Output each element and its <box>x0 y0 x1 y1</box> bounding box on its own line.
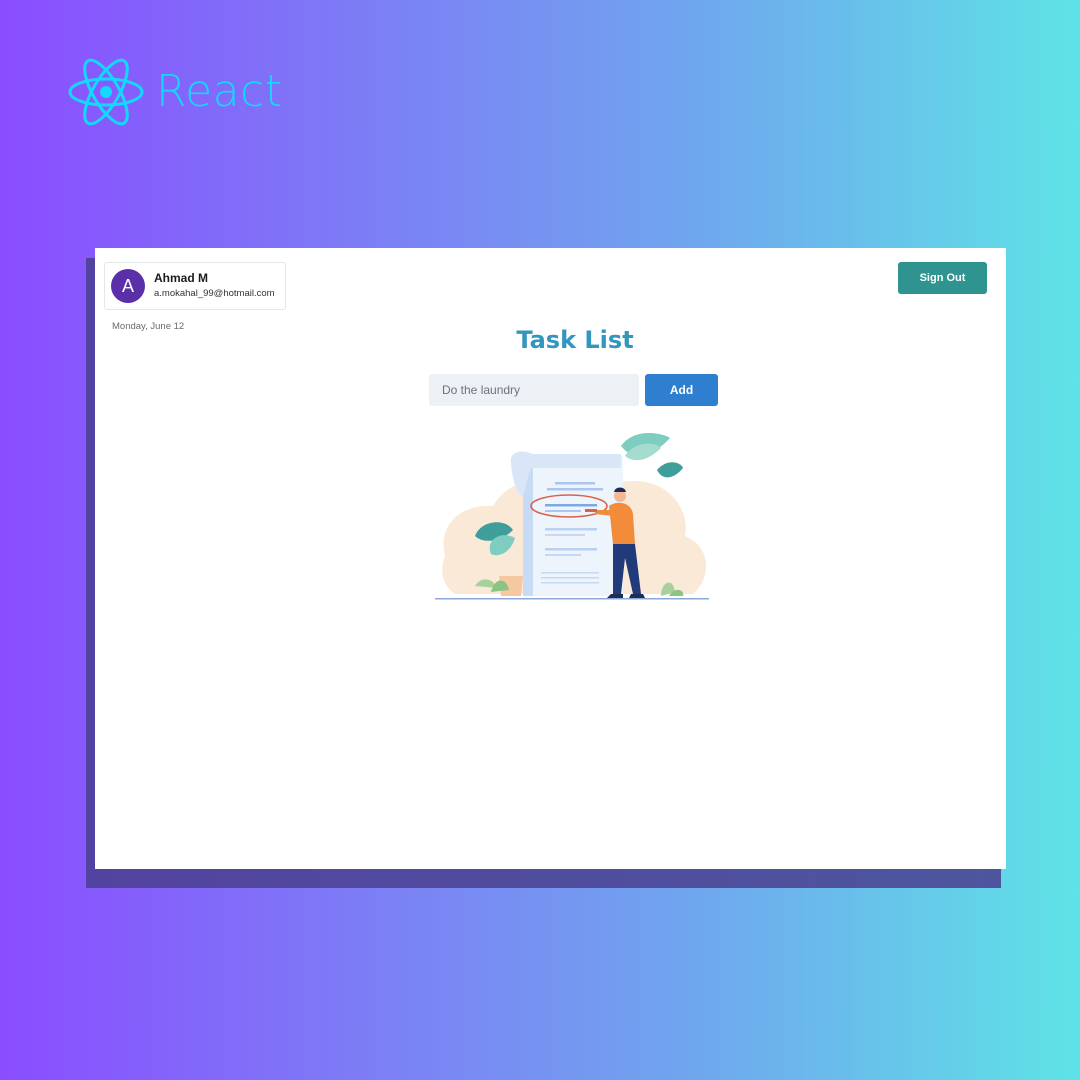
task-input[interactable] <box>429 374 639 406</box>
user-name: Ahmad M <box>154 271 208 285</box>
user-email: a.mokahal_99@hotmail.com <box>154 288 275 299</box>
task-list-illustration <box>435 433 709 600</box>
react-atom-icon <box>68 58 144 126</box>
app-window: A Ahmad M a.mokahal_99@hotmail.com Monda… <box>95 248 1006 869</box>
sign-out-button[interactable]: Sign Out <box>898 262 987 294</box>
user-profile-card: A Ahmad M a.mokahal_99@hotmail.com <box>104 262 286 310</box>
add-task-button[interactable]: Add <box>645 374 718 406</box>
brand-name: React <box>156 66 283 117</box>
current-date: Monday, June 12 <box>112 321 185 332</box>
avatar: A <box>111 269 145 303</box>
page-title: Task List <box>516 326 634 354</box>
react-brand: React <box>66 56 283 128</box>
